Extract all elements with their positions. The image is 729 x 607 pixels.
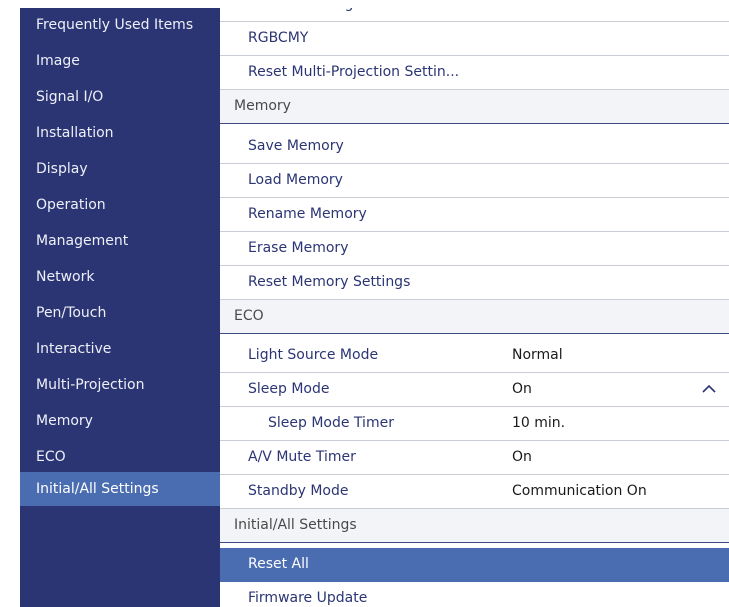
sidebar-item-signal-io[interactable]: Signal I/O (20, 80, 220, 114)
section-title: Initial/All Settings (234, 517, 357, 533)
sidebar-menu: Frequently Used Items Image Signal I/O I… (20, 8, 220, 607)
list-item-erase-memory[interactable]: Erase Memory (220, 232, 729, 266)
sidebar-item-image[interactable]: Image (20, 44, 220, 78)
item-value: Normal (512, 347, 563, 363)
list-item-rgbcmy[interactable]: RGBCMY (220, 22, 729, 56)
item-label: Light Source Mode (248, 347, 379, 363)
sidebar-item-eco[interactable]: ECO (20, 440, 220, 474)
item-label: Color Matching (248, 8, 353, 21)
list-item-reset-multi-projection[interactable]: Reset Multi-Projection Settin... (220, 56, 729, 90)
sidebar-item-initial-all-settings[interactable]: Initial/All Settings (20, 472, 220, 506)
list-item-color-matching[interactable]: Color Matching (220, 8, 729, 22)
list-item-firmware-update[interactable]: Firmware Update (220, 582, 729, 607)
sidebar-item-interactive[interactable]: Interactive (20, 332, 220, 366)
item-label: Load Memory (248, 172, 343, 188)
item-label: Reset All (248, 556, 309, 572)
sidebar-item-multi-projection[interactable]: Multi-Projection (20, 368, 220, 402)
sidebar-item-installation[interactable]: Installation (20, 116, 220, 150)
section-header-initial-all-settings: Initial/All Settings (220, 509, 729, 543)
list-item-sleep-mode[interactable]: Sleep Mode On (220, 373, 729, 407)
item-label: Sleep Mode Timer (268, 415, 394, 431)
item-label: Rename Memory (248, 206, 367, 222)
item-label: Firmware Update (248, 590, 368, 606)
section-title: ECO (234, 308, 264, 324)
sidebar-item-pen-touch[interactable]: Pen/Touch (20, 296, 220, 330)
item-label: A/V Mute Timer (248, 449, 356, 465)
section-title: Memory (234, 98, 291, 114)
chevron-up-icon[interactable] (701, 381, 717, 395)
item-label: Save Memory (248, 138, 344, 154)
section-header-memory: Memory (220, 90, 729, 124)
item-label: Sleep Mode (248, 381, 330, 397)
list-item-save-memory[interactable]: Save Memory (220, 130, 729, 164)
list-item-load-memory[interactable]: Load Memory (220, 164, 729, 198)
item-value: Communication On (512, 483, 647, 499)
sidebar-item-network[interactable]: Network (20, 260, 220, 294)
item-value: On (512, 449, 532, 465)
section-header-eco: ECO (220, 300, 729, 334)
sidebar-item-operation[interactable]: Operation (20, 188, 220, 222)
item-label: RGBCMY (248, 30, 309, 46)
item-label: Reset Memory Settings (248, 274, 411, 290)
list-item-rename-memory[interactable]: Rename Memory (220, 198, 729, 232)
item-label: Erase Memory (248, 240, 349, 256)
item-label: Standby Mode (248, 483, 349, 499)
list-item-light-source-mode[interactable]: Light Source Mode Normal (220, 339, 729, 373)
item-value: 10 min. (512, 415, 566, 431)
list-item-standby-mode[interactable]: Standby Mode Communication On (220, 475, 729, 509)
list-item-sleep-mode-timer[interactable]: Sleep Mode Timer 10 min. (220, 407, 729, 441)
sidebar-item-frequently-used-items[interactable]: Frequently Used Items (20, 8, 220, 42)
settings-list: Color Matching RGBCMY Reset Multi-Projec… (220, 8, 729, 607)
sidebar-item-management[interactable]: Management (20, 224, 220, 258)
list-item-reset-memory-settings[interactable]: Reset Memory Settings (220, 266, 729, 300)
item-value: On (512, 381, 532, 397)
list-item-av-mute-timer[interactable]: A/V Mute Timer On (220, 441, 729, 475)
list-item-reset-all[interactable]: Reset All (220, 548, 729, 582)
sidebar-item-display[interactable]: Display (20, 152, 220, 186)
sidebar-item-memory[interactable]: Memory (20, 404, 220, 438)
item-label: Reset Multi-Projection Settin... (248, 64, 460, 80)
